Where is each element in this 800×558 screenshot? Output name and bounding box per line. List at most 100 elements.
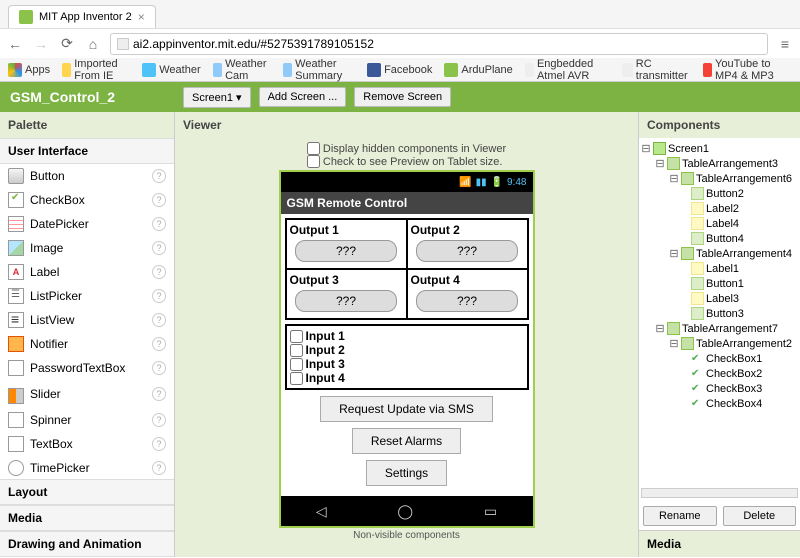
phone-preview[interactable]: 📶 ▮▮ 🔋 9:48 GSM Remote Control Output 1?… <box>279 170 535 528</box>
bookmark-item[interactable]: Facebook <box>367 63 432 77</box>
tablet-preview-checkbox[interactable]: Check to see Preview on Tablet size. <box>307 155 506 168</box>
palette-item-listview[interactable]: ListView? <box>0 308 174 332</box>
screen-icon <box>653 142 666 155</box>
back-icon[interactable]: ◁ <box>316 503 327 520</box>
back-icon[interactable]: ← <box>6 35 24 53</box>
collapse-icon[interactable]: ⊟ <box>669 172 679 185</box>
output1-button[interactable]: ??? <box>295 240 397 262</box>
input2-checkbox[interactable]: Input 2 <box>290 343 524 357</box>
tree-item[interactable]: TableArrangement6 <box>696 173 792 185</box>
tree-item[interactable]: Label3 <box>706 293 739 305</box>
screen-selector-button[interactable]: Screen1 ▾ <box>183 87 251 108</box>
palette-section-layout[interactable]: Layout <box>0 479 174 505</box>
palette-item-notifier[interactable]: Notifier? <box>0 332 174 356</box>
output3-button[interactable]: ??? <box>295 290 397 312</box>
settings-button[interactable]: Settings <box>366 460 447 486</box>
input3-checkbox[interactable]: Input 3 <box>290 357 524 371</box>
request-update-button[interactable]: Request Update via SMS <box>320 396 493 422</box>
tree-item[interactable]: Button2 <box>706 188 744 200</box>
remove-screen-button[interactable]: Remove Screen <box>354 87 451 107</box>
tree-item[interactable]: Screen1 <box>668 143 709 155</box>
palette-item-slider[interactable]: Slider? <box>0 380 174 408</box>
bookmark-item[interactable]: ArduPlane <box>444 63 512 77</box>
component-tree[interactable]: ⊟Screen1 ⊟TableArrangement3 ⊟TableArrang… <box>639 138 800 488</box>
tree-item[interactable]: CheckBox2 <box>706 368 762 380</box>
menu-icon[interactable]: ≡ <box>776 35 794 53</box>
bookmark-item[interactable]: Weather <box>142 63 200 77</box>
tree-item[interactable]: TableArrangement3 <box>682 158 778 170</box>
bookmark-item[interactable]: YouTube to MP4 & MP3 <box>703 58 792 82</box>
button-icon <box>691 307 704 320</box>
bookmark-item[interactable]: Weather Cam <box>213 58 271 82</box>
palette-item-timepicker[interactable]: TimePicker? <box>0 456 174 479</box>
bookmark-item[interactable]: Imported From IE <box>62 58 130 82</box>
palette-section-drawing[interactable]: Drawing and Animation <box>0 531 174 557</box>
collapse-icon[interactable]: ⊟ <box>655 157 665 170</box>
close-icon[interactable]: × <box>138 10 145 24</box>
help-icon[interactable]: ? <box>152 313 166 327</box>
tree-item[interactable]: TableArrangement4 <box>696 248 792 260</box>
palette-item-spinner[interactable]: Spinner? <box>0 408 174 432</box>
collapse-icon[interactable]: ⊟ <box>641 142 651 155</box>
palette-item-passwordtextbox[interactable]: PasswordTextBox? <box>0 356 174 380</box>
rename-button[interactable]: Rename <box>643 506 717 526</box>
help-icon[interactable]: ? <box>152 265 166 279</box>
tree-item[interactable]: CheckBox4 <box>706 398 762 410</box>
collapse-icon[interactable]: ⊟ <box>669 337 679 350</box>
help-icon[interactable]: ? <box>152 241 166 255</box>
reload-icon[interactable]: ⟳ <box>58 35 76 53</box>
help-icon[interactable]: ? <box>152 193 166 207</box>
tree-item[interactable]: Label1 <box>706 263 739 275</box>
url-input[interactable]: ai2.appinventor.mit.edu/#527539178910515… <box>110 33 768 55</box>
collapse-icon[interactable]: ⊟ <box>669 247 679 260</box>
recents-icon[interactable]: ▭ <box>484 503 497 520</box>
palette-section-ui[interactable]: User Interface <box>0 138 174 164</box>
bookmark-item[interactable]: Weather Summary <box>283 58 355 82</box>
tree-item[interactable]: Label4 <box>706 218 739 230</box>
output4-button[interactable]: ??? <box>416 290 518 312</box>
tree-item[interactable]: CheckBox1 <box>706 353 762 365</box>
palette-item-label[interactable]: ALabel? <box>0 260 174 284</box>
horizontal-scrollbar[interactable] <box>641 488 798 498</box>
reset-alarms-button[interactable]: Reset Alarms <box>352 428 461 454</box>
tree-item[interactable]: TableArrangement2 <box>696 338 792 350</box>
tree-item[interactable]: CheckBox3 <box>706 383 762 395</box>
help-icon[interactable]: ? <box>152 169 166 183</box>
browser-tab[interactable]: MIT App Inventor 2 × <box>8 5 156 28</box>
delete-button[interactable]: Delete <box>723 506 797 526</box>
palette-item-datepicker[interactable]: DatePicker? <box>0 212 174 236</box>
help-icon[interactable]: ? <box>152 437 166 451</box>
forward-icon[interactable]: → <box>32 35 50 53</box>
add-screen-button[interactable]: Add Screen ... <box>259 87 347 107</box>
output2-button[interactable]: ??? <box>416 240 518 262</box>
bookmark-item[interactable]: RC transmitter <box>622 58 691 82</box>
palette-item-checkbox[interactable]: CheckBox? <box>0 188 174 212</box>
help-icon[interactable]: ? <box>152 217 166 231</box>
hidden-components-checkbox[interactable]: Display hidden components in Viewer <box>307 142 506 155</box>
components-panel: Components ⊟Screen1 ⊟TableArrangement3 ⊟… <box>638 112 800 557</box>
palette-item-listpicker[interactable]: ListPicker? <box>0 284 174 308</box>
tree-item[interactable]: Button4 <box>706 233 744 245</box>
palette-section-media[interactable]: Media <box>0 505 174 531</box>
tree-item[interactable]: TableArrangement7 <box>682 323 778 335</box>
input4-checkbox[interactable]: Input 4 <box>290 371 524 385</box>
help-icon[interactable]: ? <box>152 461 166 475</box>
media-panel-title: Media <box>639 530 800 557</box>
bookmark-item[interactable]: Engbedded Atmel AVR <box>525 58 610 82</box>
help-icon[interactable]: ? <box>152 413 166 427</box>
help-icon[interactable]: ? <box>152 337 166 351</box>
home-icon[interactable]: ◯ <box>397 503 413 520</box>
tree-item[interactable]: Button3 <box>706 308 744 320</box>
apps-button[interactable]: Apps <box>8 63 50 77</box>
help-icon[interactable]: ? <box>152 289 166 303</box>
help-icon[interactable]: ? <box>152 387 166 401</box>
palette-item-textbox[interactable]: TextBox? <box>0 432 174 456</box>
help-icon[interactable]: ? <box>152 361 166 375</box>
palette-item-button[interactable]: Button? <box>0 164 174 188</box>
tree-item[interactable]: Button1 <box>706 278 744 290</box>
palette-item-image[interactable]: Image? <box>0 236 174 260</box>
input1-checkbox[interactable]: Input 1 <box>290 329 524 343</box>
home-icon[interactable]: ⌂ <box>84 35 102 53</box>
collapse-icon[interactable]: ⊟ <box>655 322 665 335</box>
tree-item[interactable]: Label2 <box>706 203 739 215</box>
